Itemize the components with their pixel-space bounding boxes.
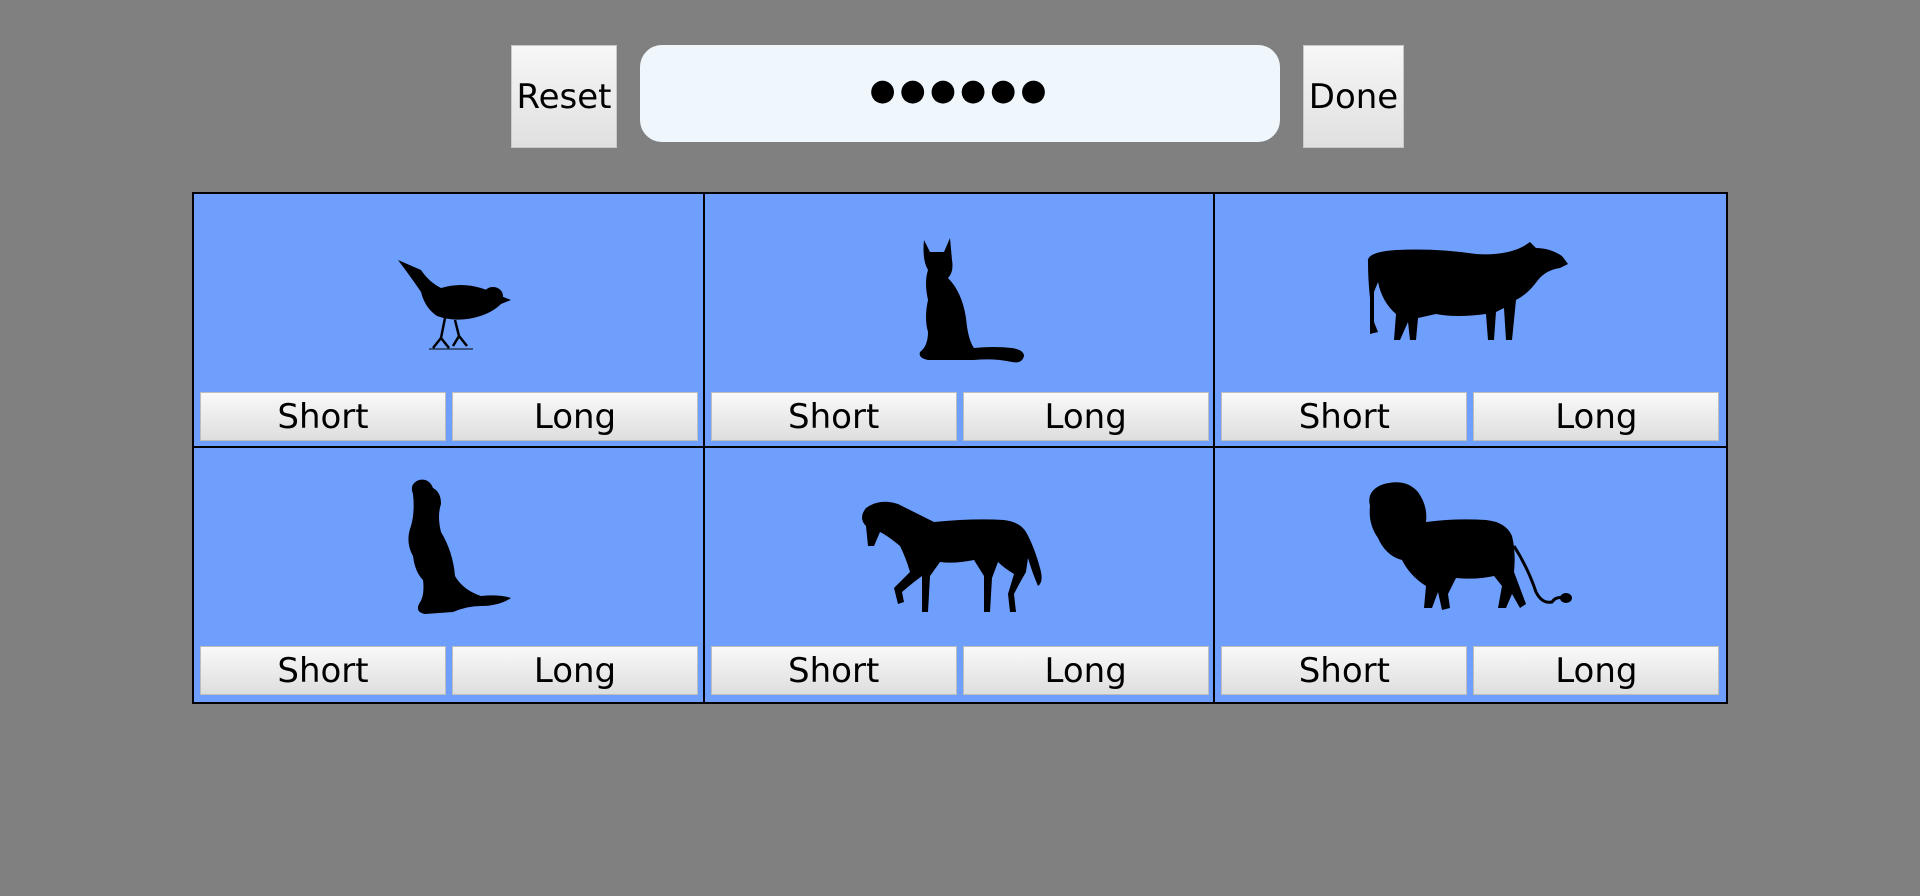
animal-cell-horse: Short Long [704, 448, 1216, 702]
animal-cell-bird: Short Long [194, 194, 705, 448]
cat-icon [919, 238, 1024, 363]
animal-grid: Short Long Short Long Short Long Short L… [192, 192, 1728, 704]
animal-cell-lion: Short Long [1215, 448, 1726, 702]
animal-cell-dog: Short Long [194, 448, 705, 702]
animal-cell-cat: Short Long [704, 194, 1216, 448]
long-button-bird[interactable]: Long [452, 392, 698, 441]
animal-cell-cow: Short Long [1215, 194, 1726, 448]
lion-icon [1368, 482, 1572, 610]
long-button-lion[interactable]: Long [1473, 646, 1720, 695]
short-button-dog[interactable]: Short [200, 646, 446, 695]
reset-button[interactable]: Reset [511, 45, 617, 148]
done-button[interactable]: Done [1303, 45, 1404, 148]
short-button-cat[interactable]: Short [710, 392, 957, 441]
bird-icon [398, 260, 512, 350]
horse-icon [861, 501, 1042, 612]
short-button-horse[interactable]: Short [710, 646, 957, 695]
long-button-dog[interactable]: Long [452, 646, 698, 695]
long-button-cat[interactable]: Long [962, 392, 1209, 441]
password-field[interactable]: ●●●●●● [640, 45, 1280, 142]
short-button-lion[interactable]: Short [1221, 646, 1468, 695]
dog-icon [408, 479, 512, 614]
short-button-cow[interactable]: Short [1221, 392, 1468, 441]
short-button-bird[interactable]: Short [200, 392, 446, 441]
long-button-horse[interactable]: Long [962, 646, 1209, 695]
cow-icon [1367, 242, 1568, 340]
long-button-cow[interactable]: Long [1473, 392, 1720, 441]
